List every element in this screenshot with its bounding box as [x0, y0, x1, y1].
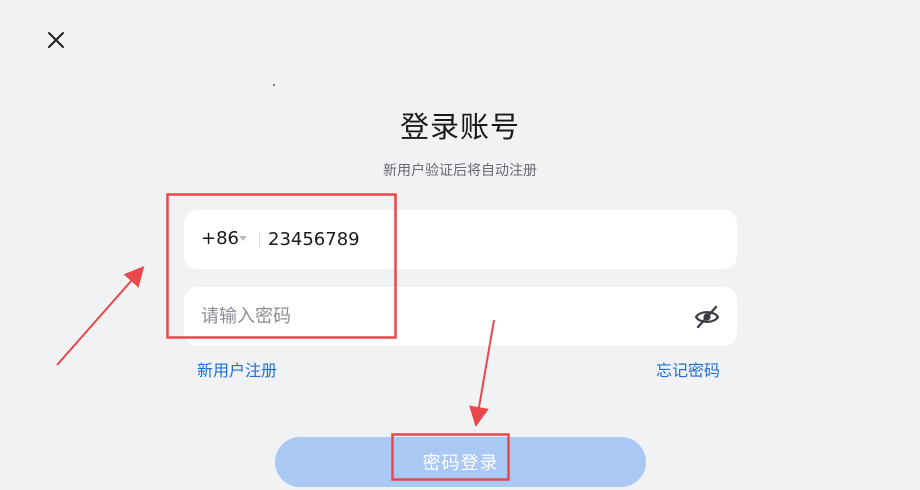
page-subtitle: 新用户验证后将自动注册 — [383, 163, 537, 179]
close-icon[interactable] — [44, 28, 68, 52]
forgot-password-link[interactable]: 忘记密码 — [656, 357, 720, 381]
phone-input[interactable] — [268, 224, 708, 254]
field-divider — [259, 232, 260, 248]
stray-dot — [273, 84, 275, 86]
register-link[interactable]: 新用户注册 — [197, 357, 277, 381]
phone-field: +86 — [184, 210, 737, 269]
eye-off-icon[interactable] — [693, 303, 721, 331]
password-field — [184, 287, 737, 346]
page-title: 登录账号 — [399, 110, 520, 144]
chevron-down-icon[interactable] — [239, 236, 247, 241]
password-input[interactable] — [201, 301, 671, 331]
annotation-arrow-left — [56, 265, 145, 366]
country-code-selector[interactable]: +86 — [201, 228, 239, 249]
password-login-button[interactable]: 密码登录 — [275, 437, 646, 487]
